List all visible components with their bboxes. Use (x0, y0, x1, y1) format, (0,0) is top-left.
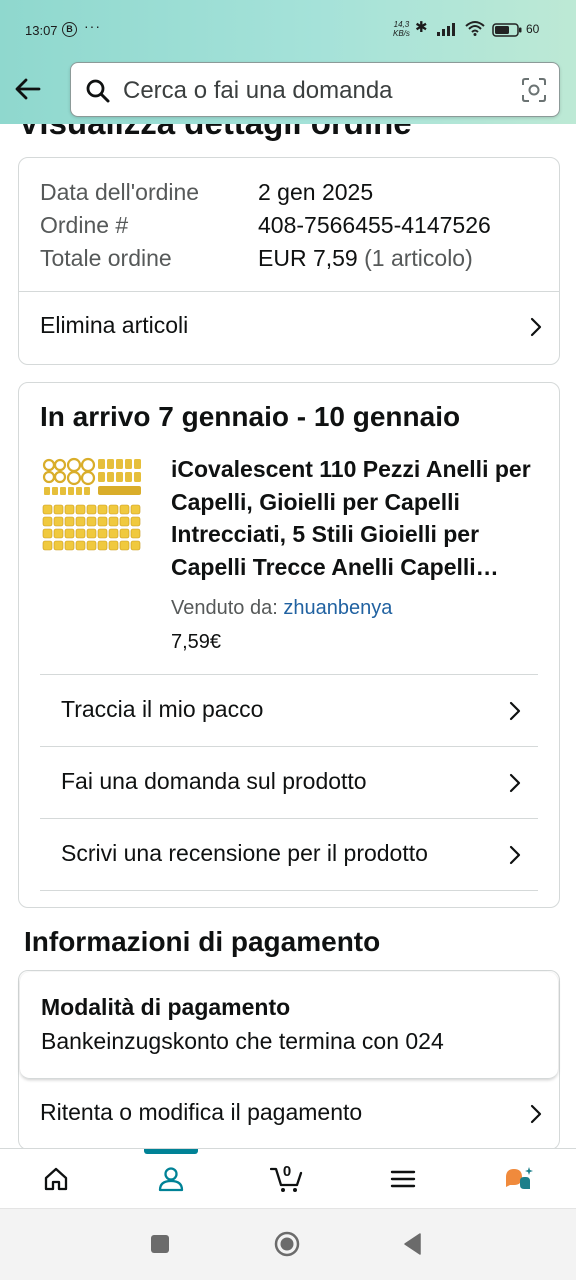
divider (40, 890, 538, 891)
search-icon (86, 79, 110, 103)
retry-payment-row[interactable]: Ritenta o modifica il pagamento (19, 1079, 559, 1149)
chevron-right-icon (509, 773, 521, 793)
recent-apps-icon[interactable] (145, 1229, 175, 1259)
write-review-label: Scrivi una recensione per il prodotto (61, 840, 428, 866)
nav-account[interactable] (141, 1149, 201, 1209)
ask-question-label: Fai una domanda sul prodotto (61, 768, 367, 794)
account-icon (158, 1167, 184, 1192)
search-input[interactable]: Cerca o fai una domanda (123, 77, 393, 105)
battery-percent: 60 (526, 22, 540, 36)
status-bar: 13:07 B ··· 14,3 KB/s ✱ 60 (0, 0, 576, 60)
order-total: EUR 7,59 (1 articolo) (258, 245, 473, 272)
app-header: 13:07 B ··· 14,3 KB/s ✱ 60 Cerca o fai u… (0, 0, 576, 124)
chevron-right-icon (509, 701, 521, 721)
product-price: 7,59€ (171, 631, 222, 653)
nav-menu[interactable] (373, 1149, 433, 1209)
more-notifications-icon: ··· (84, 18, 101, 34)
seller-info: Venduto da: zhuanbenya (171, 597, 392, 620)
status-time: 13:07 (25, 23, 58, 38)
bluetooth-icon: ✱ (415, 19, 428, 36)
network-speed: 14,3 KB/s (393, 20, 410, 38)
track-package-row[interactable]: Traccia il mio pacco (40, 675, 538, 747)
bottom-nav: 0 (0, 1148, 576, 1208)
home-icon (44, 1167, 68, 1191)
seller-link[interactable]: zhuanbenya (283, 597, 392, 619)
order-summary-card: Data dell'ordine 2 gen 2025 Ordine # 408… (18, 157, 560, 365)
back-arrow-icon[interactable] (12, 73, 44, 105)
delete-items-row[interactable]: Elimina articoli (19, 292, 559, 362)
system-nav-bar (0, 1208, 576, 1280)
network-speed-value: 14,3 (393, 20, 410, 29)
payment-method-value: Bankeinzugskonto che termina con 024 (41, 1028, 444, 1054)
payment-card: Modalità di pagamento Bankeinzugskonto c… (18, 970, 560, 1150)
home-button-icon[interactable] (272, 1229, 302, 1259)
seller-label: Venduto da: (171, 597, 278, 619)
nav-cart[interactable]: 0 (257, 1149, 317, 1209)
chevron-right-icon (530, 1104, 542, 1124)
battery-icon (492, 23, 522, 37)
order-total-items: (1 articolo) (364, 245, 473, 271)
delete-items-label: Elimina articoli (40, 312, 189, 338)
search-bar[interactable]: Cerca o fai una domanda (70, 62, 560, 117)
order-date-value: 2 gen 2025 (258, 179, 374, 205)
back-button-icon[interactable] (398, 1229, 428, 1259)
payment-method-heading: Modalità di pagamento (41, 994, 291, 1020)
menu-icon (390, 1170, 416, 1188)
order-date-label: Data dell'ordine (40, 179, 200, 205)
signal-icon (437, 23, 455, 36)
nav-home[interactable] (26, 1149, 86, 1209)
product-title[interactable]: iCovalescent 110 Pezzi Anelli per Capell… (171, 453, 541, 583)
ask-question-row[interactable]: Fai una domanda sul prodotto (40, 747, 538, 819)
delivery-date: In arrivo 7 gennaio - 10 gennaio (40, 401, 461, 432)
wifi-icon (465, 21, 485, 36)
chevron-right-icon (530, 317, 542, 337)
network-speed-unit: KB/s (393, 29, 410, 38)
chevron-right-icon (509, 845, 521, 865)
order-total-value: EUR 7,59 (258, 245, 358, 271)
camera-lens-icon[interactable] (521, 77, 547, 103)
order-total-label: Totale ordine (40, 245, 172, 271)
nav-rufus[interactable] (489, 1149, 549, 1209)
payment-method-box: Modalità di pagamento Bankeinzugskonto c… (20, 972, 558, 1079)
track-package-label: Traccia il mio pacco (61, 696, 264, 722)
cart-icon (270, 1167, 303, 1192)
shipment-card: In arrivo 7 gennaio - 10 gennaio iCovale… (18, 382, 560, 908)
order-number-value: 408-7566455-4147526 (258, 212, 491, 238)
retry-payment-label: Ritenta o modifica il pagamento (40, 1099, 363, 1125)
product-image[interactable] (40, 455, 146, 561)
payment-section-title: Informazioni di pagamento (24, 926, 381, 957)
write-review-row[interactable]: Scrivi una recensione per il prodotto (40, 819, 538, 891)
rufus-icon (506, 1167, 533, 1189)
order-number-label: Ordine # (40, 212, 129, 238)
b-badge-icon: B (62, 22, 77, 37)
